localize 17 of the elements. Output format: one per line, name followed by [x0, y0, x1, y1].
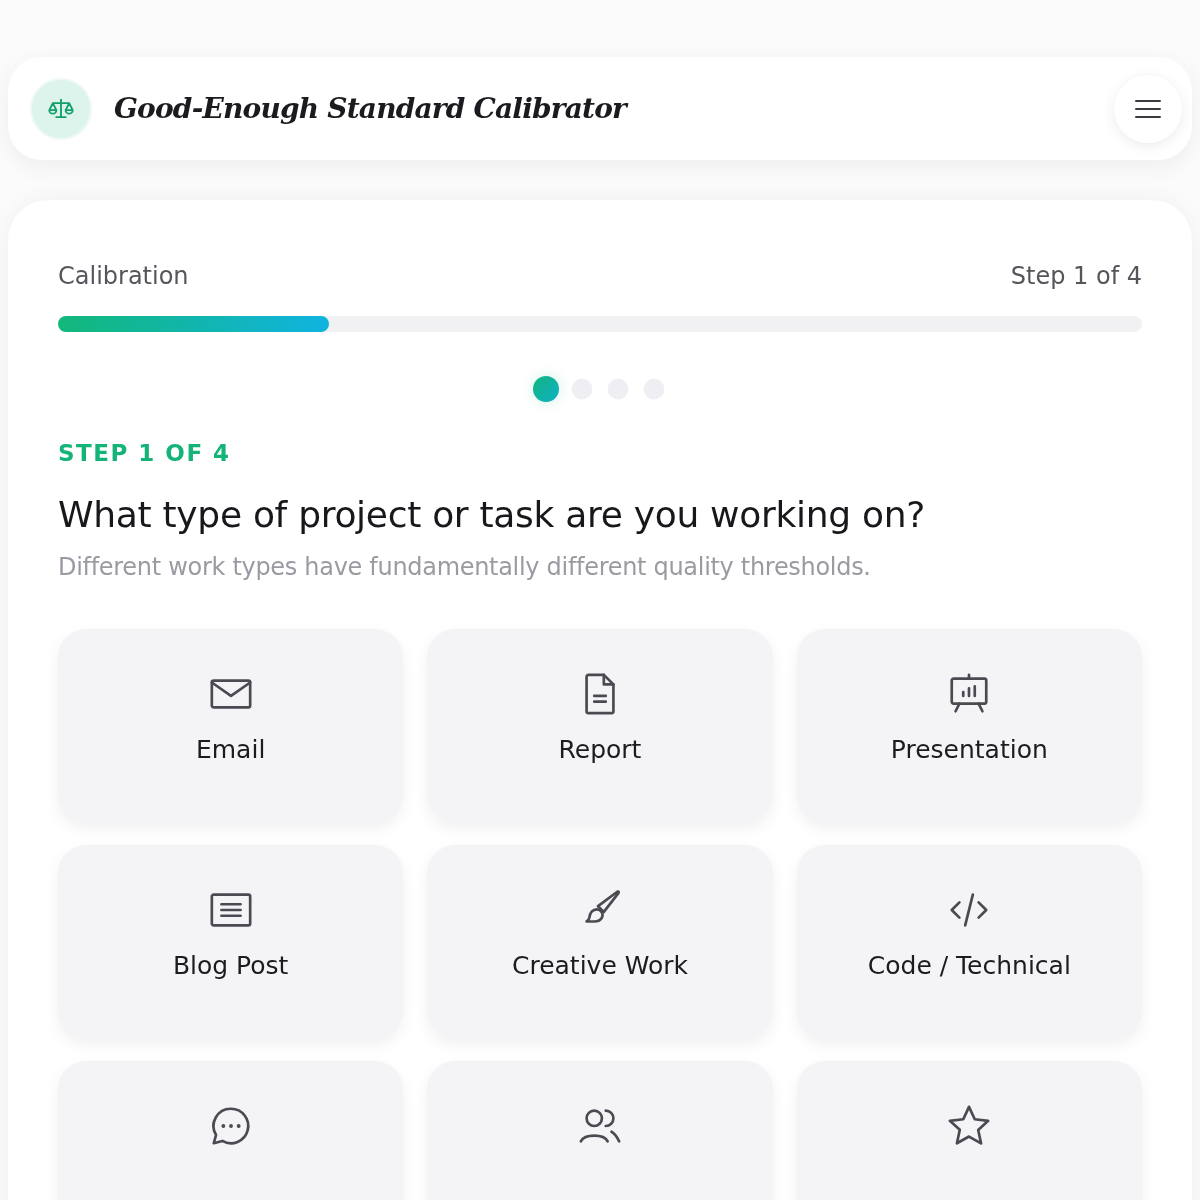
step-counter: Step 1 of 4 — [1010, 262, 1142, 290]
option-card[interactable]: Creative Work — [427, 845, 773, 1039]
question-title: What type of project or task are you working on? — [58, 494, 926, 535]
option-card[interactable]: Presentation — [796, 629, 1142, 823]
option-card[interactable]: Report — [427, 629, 773, 823]
app-title: Good-Enough Standard Calibrator — [114, 92, 630, 125]
step-eyebrow: STEP 1 OF 4 — [58, 440, 232, 466]
option-card[interactable]: Code / Technical — [796, 845, 1142, 1039]
option-card[interactable] — [796, 1061, 1142, 1200]
menu-icon — [1135, 98, 1161, 119]
progress-label: Calibration — [58, 262, 189, 290]
step-dot[interactable] — [533, 376, 559, 402]
question-subtitle: Different work types have fundamentally different quality thresholds. — [58, 553, 872, 581]
option-card[interactable]: Blog Post — [58, 845, 404, 1039]
option-card[interactable] — [427, 1061, 773, 1200]
option-card[interactable] — [58, 1061, 404, 1200]
option-card[interactable]: Email — [58, 629, 404, 823]
